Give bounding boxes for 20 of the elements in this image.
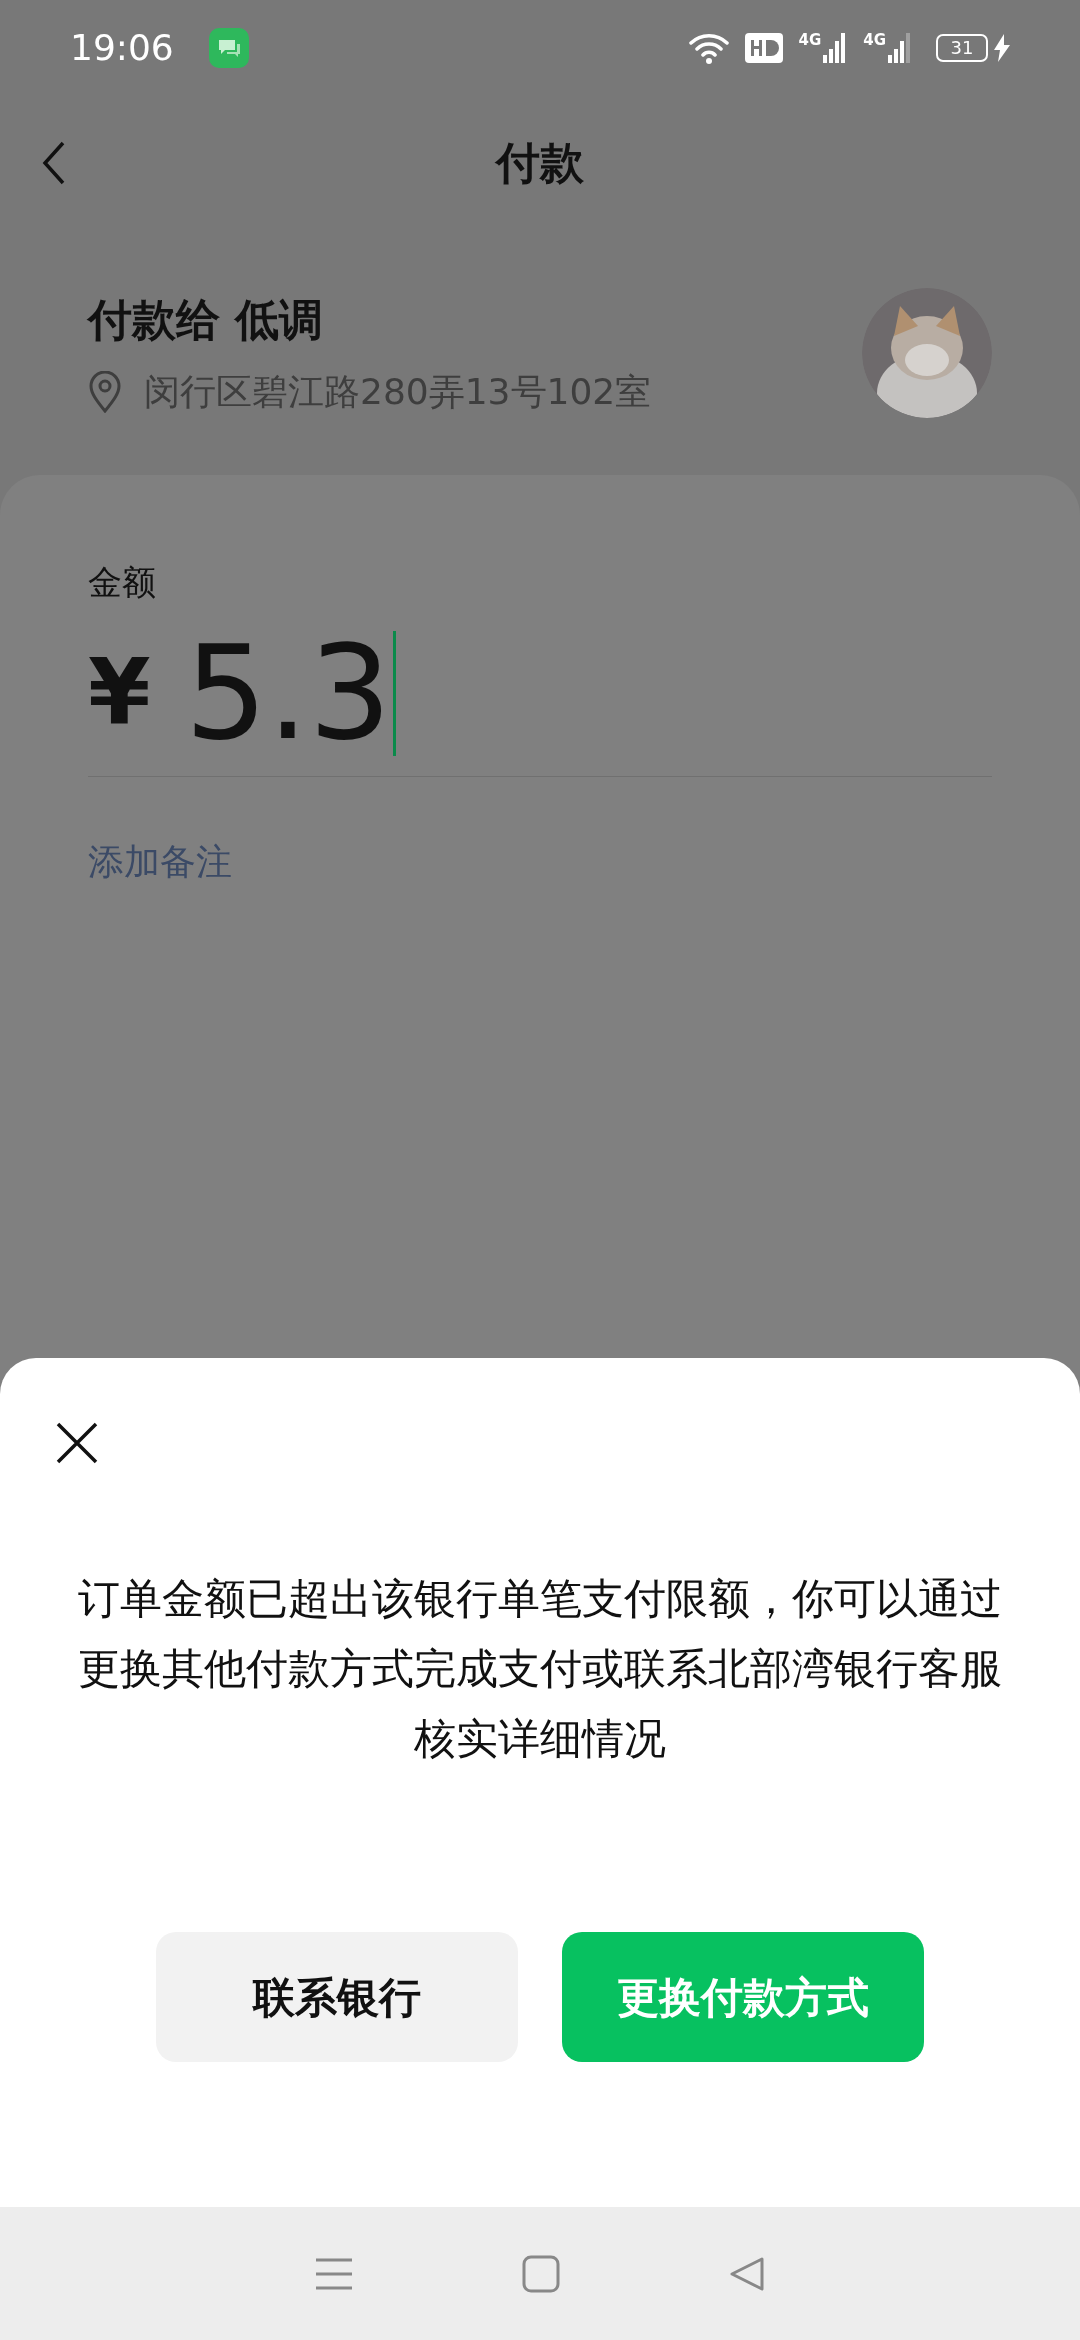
charging-icon — [994, 33, 1010, 62]
network-type-label: 4G — [798, 32, 822, 48]
menu-icon[interactable] — [314, 2256, 354, 2291]
battery-indicator: 31 — [936, 33, 988, 62]
amount-input[interactable]: ¥ 5.3 — [88, 628, 992, 777]
contact-bank-button[interactable]: 联系银行 — [156, 1932, 518, 2062]
network-type-label: 4G — [863, 32, 886, 48]
location-pin-icon — [88, 370, 122, 413]
chat-app-icon — [208, 27, 249, 68]
signal-icon — [888, 32, 912, 63]
hd-icon — [744, 32, 783, 63]
status-time: 19:06 — [70, 25, 174, 70]
home-square-icon[interactable] — [522, 2254, 560, 2293]
dialog-message: 订单金额已超出该银行单笔支付限额，你可以通过更换其他付款方式完成支付或联系北部湾银行客服核实详细情况 — [77, 1573, 1003, 1765]
close-icon[interactable] — [56, 1422, 98, 1464]
signal-icon — [823, 32, 848, 63]
page-title: 付款 — [496, 135, 584, 190]
payee-name: 付款给 低调 — [88, 292, 325, 347]
payee-address: 闵行区碧江路280弄13号102室 — [144, 369, 652, 414]
amount-label: 金额 — [88, 561, 157, 604]
